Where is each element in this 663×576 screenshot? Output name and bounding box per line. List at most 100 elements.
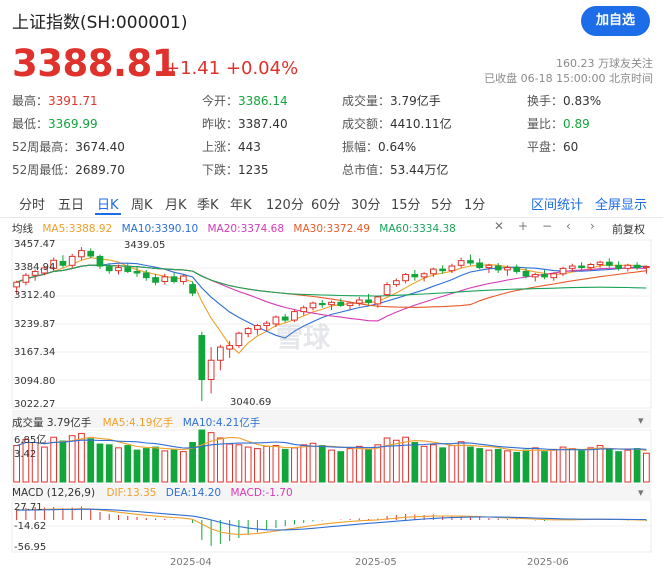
- candle-body: [494, 265, 502, 271]
- x-tick: 2025-05: [355, 557, 397, 568]
- volume-bar: [605, 448, 613, 483]
- candle-body: [615, 264, 622, 269]
- price-tick: 3022.27: [14, 399, 56, 410]
- candle-body: [541, 274, 548, 278]
- volume-bar: [504, 450, 511, 483]
- candle-body: [365, 299, 372, 303]
- volume-axis-top: 6.85亿: [14, 435, 47, 446]
- macd-axis-mid: -14.62: [14, 521, 47, 532]
- candle-body: [411, 274, 419, 278]
- volume-bar: [198, 429, 206, 483]
- candle-body: [179, 275, 187, 282]
- candle-body: [337, 301, 345, 306]
- macd-lines: [16, 508, 647, 535]
- candle-body: [578, 265, 585, 269]
- volume-bar: [568, 448, 576, 483]
- volume-bar: [41, 446, 48, 483]
- volume-bar: [633, 448, 641, 483]
- chart-frames: [11, 239, 652, 553]
- volume-bar: [448, 445, 456, 483]
- volume-bar: [207, 432, 215, 483]
- volume-bar: [50, 436, 58, 483]
- candle-body: [596, 261, 604, 266]
- candle-body: [467, 260, 474, 264]
- candle-body: [105, 266, 113, 272]
- volume-bar: [392, 439, 400, 483]
- volume-legend: 成交量 3.79亿手 MA5:4.19亿手 MA10:4.21亿手: [12, 415, 260, 430]
- macd-settings-icon[interactable]: ▾: [638, 486, 644, 499]
- price-tick: 3094.80: [14, 376, 56, 387]
- volume-label: 成交量 3.79亿手: [12, 417, 92, 429]
- macd-label: MACD (12,26,9): [12, 487, 96, 499]
- low-annotation: 3040.69: [230, 397, 272, 408]
- candle-body: [448, 265, 456, 272]
- volume-ma10: MA10:4.21亿手: [182, 417, 261, 429]
- high-annotation: 3439.05: [124, 240, 166, 251]
- candle-body: [78, 250, 85, 258]
- candle-body: [161, 276, 169, 282]
- candle-body: [605, 261, 613, 266]
- candle-body: [485, 264, 493, 269]
- volume-bar: [513, 451, 521, 483]
- volume-bar: [59, 440, 67, 483]
- volume-bar: [596, 445, 604, 483]
- volume-bar: [272, 445, 280, 483]
- candle-body: [170, 276, 178, 282]
- volume-ma5: MA5:4.19亿手: [102, 417, 174, 429]
- candle-body: [300, 307, 308, 313]
- price-tick: 3167.34: [14, 347, 56, 358]
- volume-bar: [68, 435, 76, 483]
- candle-body: [207, 359, 215, 381]
- volume-bar: [244, 446, 252, 483]
- volume-bar: [226, 443, 234, 483]
- volume-bars: [13, 429, 650, 483]
- volume-bar: [355, 445, 363, 483]
- macd-dif-line: [16, 508, 647, 535]
- candle-body: [328, 301, 335, 306]
- candle-body: [439, 268, 447, 272]
- candle-body: [22, 274, 30, 283]
- volume-settings-icon[interactable]: ▾: [638, 414, 644, 427]
- volume-bar: [457, 441, 465, 483]
- candle-body: [198, 335, 206, 381]
- candle-body: [531, 274, 539, 278]
- candle-body: [513, 267, 521, 272]
- macd-axis-bottom: -56.95: [14, 542, 47, 553]
- volume-bar: [550, 448, 558, 483]
- volume-bar: [133, 449, 141, 483]
- candle-body: [346, 302, 354, 306]
- candle-body: [244, 328, 252, 335]
- candle-body: [318, 302, 326, 306]
- volume-bar: [420, 445, 428, 483]
- candle-body: [68, 255, 76, 266]
- candle-body: [96, 255, 104, 267]
- volume-bar: [254, 448, 261, 483]
- candle-body: [235, 332, 243, 347]
- volume-axis-mid: 3.42: [14, 449, 37, 460]
- candle-body: [263, 322, 271, 326]
- price-tick: 3312.40: [14, 290, 56, 301]
- volume-bar: [142, 448, 150, 483]
- candle-body: [383, 284, 391, 296]
- candle-body: [522, 270, 530, 277]
- candle-body: [133, 270, 141, 274]
- volume-bar: [105, 444, 113, 483]
- volume-bar: [587, 447, 595, 483]
- candle-body: [142, 272, 150, 279]
- macd-value: MACD:-1.70: [230, 487, 293, 499]
- candle-body: [374, 296, 382, 305]
- candle-body: [189, 284, 196, 294]
- volume-bar: [96, 443, 104, 483]
- candle-body: [355, 299, 363, 304]
- volume-bar: [402, 436, 409, 483]
- volume-bar: [87, 438, 95, 483]
- candle-body: [87, 250, 95, 257]
- x-tick: 2025-04: [170, 557, 212, 568]
- price-tick: 3239.87: [14, 319, 56, 330]
- candle-body: [152, 277, 159, 283]
- candle-body: [504, 267, 511, 271]
- volume-bar: [179, 451, 187, 483]
- candle-body: [420, 273, 428, 278]
- candle-body: [226, 345, 234, 350]
- volume-bar: [291, 447, 298, 483]
